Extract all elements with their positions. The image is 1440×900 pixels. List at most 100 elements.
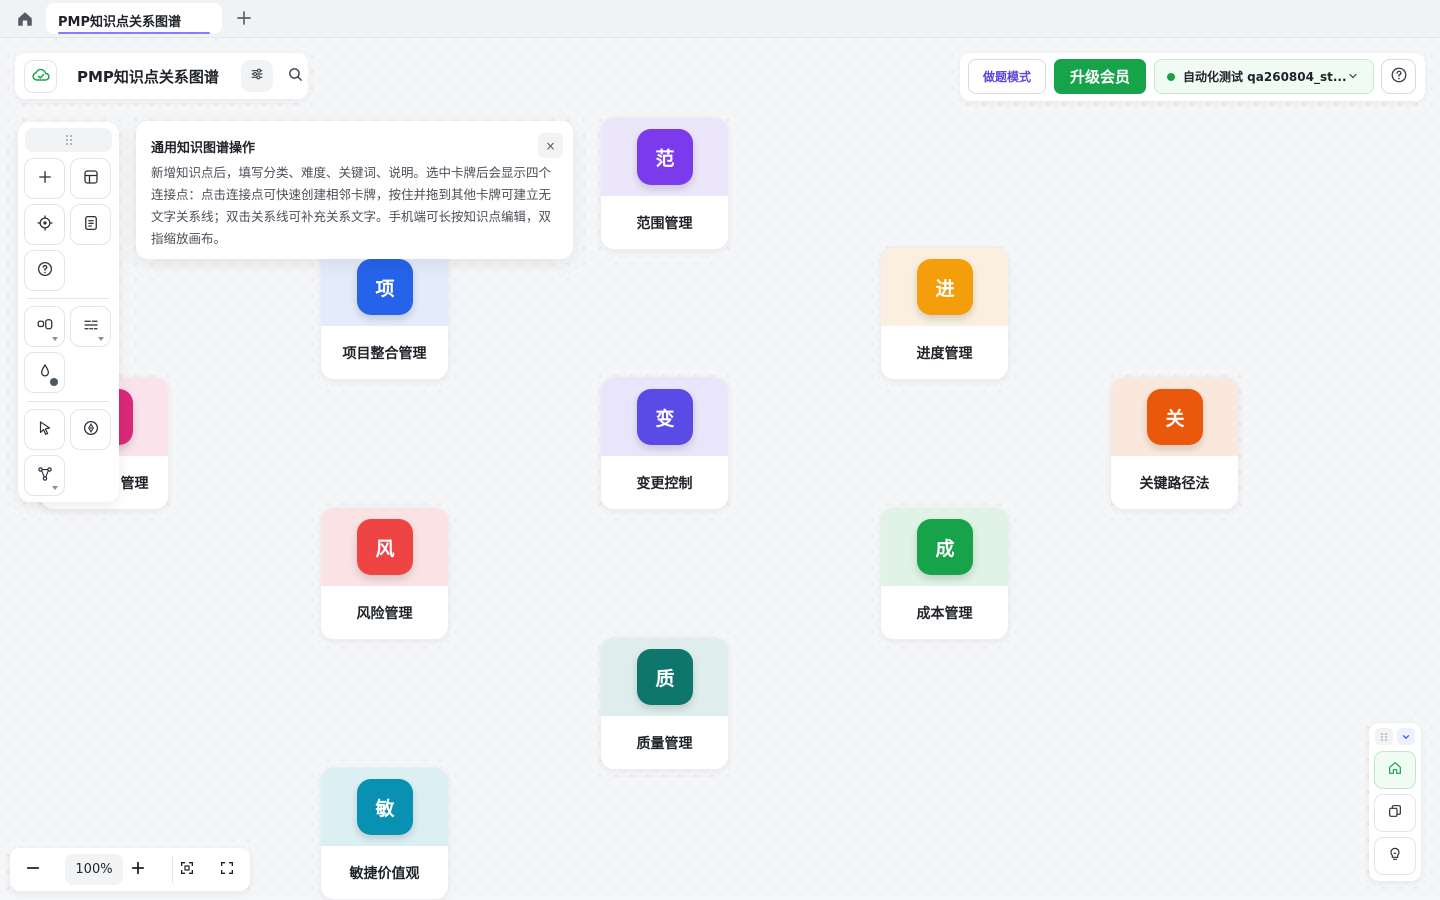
notes-button[interactable] <box>70 204 111 245</box>
node-label: 敏捷价值观 <box>349 866 420 882</box>
plus-icon <box>129 859 147 881</box>
node-badge: 成 <box>917 519 973 575</box>
pen-tool-button[interactable] <box>70 409 111 450</box>
home-icon <box>1387 760 1403 780</box>
lightbulb-icon <box>1387 846 1403 866</box>
caret-icon <box>98 337 104 341</box>
top-right-bar: 做题模式 升级会员 自动化测试 qa260804_st... <box>960 53 1425 101</box>
node-badge: 敏 <box>357 779 413 835</box>
node-badge: 关 <box>1147 389 1203 445</box>
tip-body: 新增知识点后，填写分类、难度、关键词、说明。选中卡牌后会显示四个连接点：点击连接… <box>151 165 552 246</box>
select-tool-button[interactable] <box>24 409 65 450</box>
graph-layout-button[interactable] <box>24 455 65 496</box>
line-style-icon <box>82 316 100 338</box>
minus-icon <box>24 859 42 881</box>
node-label: 进度管理 <box>916 346 973 362</box>
node-badge: 范 <box>637 129 693 185</box>
node-card[interactable]: 质 质量管理 <box>600 637 729 770</box>
plus-icon <box>36 168 54 190</box>
cloud-sync-button[interactable] <box>24 60 57 93</box>
left-toolbar <box>18 122 119 502</box>
node-card[interactable]: 项 项目整合管理 <box>320 247 449 380</box>
layout-button[interactable] <box>70 158 111 199</box>
node-label: 项目整合管理 <box>342 346 427 362</box>
browser-tab-bar: PMP知识点关系图谱 <box>0 0 1440 38</box>
layout-icon <box>82 168 100 190</box>
zoom-in-button[interactable] <box>123 854 153 885</box>
node-label: 风险管理 <box>356 606 413 622</box>
user-account-dropdown[interactable]: 自动化测试 qa260804_st... <box>1154 59 1374 94</box>
tab-pmp-graph[interactable]: PMP知识点关系图谱 <box>46 3 222 34</box>
node-badge: 变 <box>637 389 693 445</box>
sliders-icon <box>249 66 265 86</box>
color-button[interactable] <box>24 352 65 393</box>
filter-button[interactable] <box>241 60 273 92</box>
node-badge: 质 <box>637 649 693 705</box>
add-node-button[interactable] <box>24 158 65 199</box>
question-icon <box>1390 66 1408 88</box>
line-style-button[interactable] <box>70 306 111 347</box>
zoom-level[interactable]: 100% <box>65 854 123 885</box>
node-card[interactable]: 关 关键路径法 <box>1110 377 1239 510</box>
color-swatch <box>50 378 58 386</box>
drag-handle-icon[interactable] <box>25 128 112 152</box>
chevron-down-icon[interactable] <box>1397 728 1415 745</box>
locate-button[interactable] <box>24 204 65 245</box>
pen-icon <box>82 419 100 441</box>
toolbar-divider <box>27 298 109 299</box>
toolbar-divider <box>27 401 109 402</box>
node-badge: 风 <box>357 519 413 575</box>
right-mini-toolbar <box>1369 723 1421 881</box>
idea-button[interactable] <box>1374 837 1416 875</box>
help-button[interactable] <box>24 250 65 291</box>
copy-button[interactable] <box>1374 794 1416 832</box>
drag-handle-icon[interactable] <box>1375 728 1393 745</box>
focus-icon <box>179 860 195 880</box>
home-icon[interactable] <box>14 8 36 30</box>
node-card[interactable]: 风 风险管理 <box>320 507 449 640</box>
node-card[interactable]: 范 范围管理 <box>600 117 729 250</box>
upgrade-vip-button[interactable]: 升级会员 <box>1054 59 1146 94</box>
node-label: 变更控制 <box>636 476 693 492</box>
node-label: 关键路径法 <box>1139 476 1210 492</box>
node-label: 范围管理 <box>636 216 693 232</box>
online-status-dot <box>1167 72 1175 81</box>
zoom-bar: 100% <box>10 848 250 891</box>
close-icon[interactable]: × <box>538 133 563 158</box>
tip-popover: 通用知识图谱操作 新增知识点后，填写分类、难度、关键词、说明。选中卡牌后会显示四… <box>136 121 573 259</box>
practice-mode-button[interactable]: 做题模式 <box>968 59 1046 94</box>
cloud-check-icon <box>31 65 51 89</box>
search-button[interactable] <box>279 60 311 92</box>
node-card[interactable]: 敏 敏捷价值观 <box>320 767 449 900</box>
question-icon <box>36 260 54 282</box>
fit-view-button[interactable] <box>172 854 202 885</box>
search-icon <box>287 66 304 87</box>
page-title: PMP知识点关系图谱 <box>77 68 219 86</box>
graph-icon <box>36 465 54 487</box>
node-card[interactable]: 成 成本管理 <box>880 507 1009 640</box>
node-style-button[interactable] <box>24 306 65 347</box>
chevron-down-icon <box>1347 70 1359 85</box>
shapes-icon <box>36 316 54 338</box>
node-badge: 进 <box>917 259 973 315</box>
copy-icon <box>1387 803 1403 823</box>
node-card[interactable]: 变 变更控制 <box>600 377 729 510</box>
cursor-icon <box>36 419 54 441</box>
tip-title: 通用知识图谱操作 <box>151 141 256 156</box>
caret-icon <box>52 486 58 490</box>
help-button[interactable] <box>1381 59 1416 94</box>
caret-icon <box>52 337 58 341</box>
title-panel: PMP知识点关系图谱 <box>15 53 308 99</box>
zoom-out-button[interactable] <box>18 854 48 885</box>
document-icon <box>82 214 100 236</box>
plus-icon[interactable] <box>232 6 256 30</box>
node-card[interactable]: 进 进度管理 <box>880 247 1009 380</box>
fullscreen-button[interactable] <box>212 854 242 885</box>
node-label: 成本管理 <box>916 606 973 622</box>
node-label: 质量管理 <box>636 736 693 752</box>
user-name: 自动化测试 qa260804_st... <box>1183 70 1347 84</box>
crosshair-icon <box>36 214 54 236</box>
home-view-button[interactable] <box>1374 751 1416 789</box>
fullscreen-icon <box>219 860 235 880</box>
node-badge: 项 <box>357 259 413 315</box>
